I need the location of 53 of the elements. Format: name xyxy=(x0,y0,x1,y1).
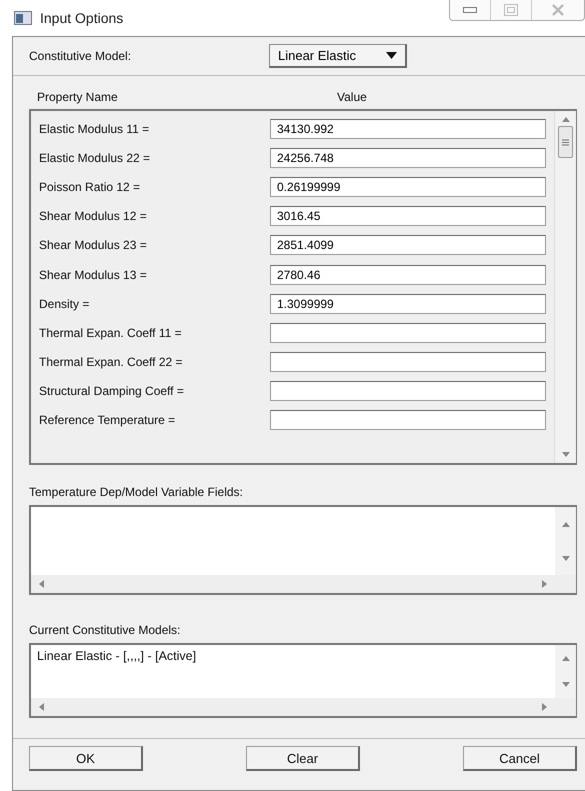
column-header: Property Name xyxy=(37,90,119,104)
property-name: Shear Modulus 23 = xyxy=(39,238,148,252)
property-name: Density = xyxy=(39,296,90,311)
section-label: Temperature Dep/Model Variable Fields: xyxy=(29,484,244,501)
property-name: Elastic Modulus 11 = xyxy=(39,122,150,136)
scroll-up-icon[interactable] xyxy=(562,656,570,661)
scroll-up-icon[interactable] xyxy=(562,117,570,122)
maximize-icon xyxy=(504,4,518,16)
property-name: Poisson Ratio 12 = xyxy=(39,180,142,194)
value-field[interactable]: 1.3099999 xyxy=(270,294,546,314)
property-name: Thermal Expan. Coeff 22 = xyxy=(39,355,184,370)
minimize-icon xyxy=(463,7,477,13)
value-field[interactable] xyxy=(270,410,546,430)
window-title: Input Options xyxy=(40,10,124,26)
value-field[interactable]: 3016.45 xyxy=(270,206,546,226)
scrollbar-corner xyxy=(555,575,576,593)
dropdown-arrow-icon xyxy=(386,52,397,59)
scroll-left-icon[interactable] xyxy=(39,703,44,711)
value-field[interactable]: 0.26199999 xyxy=(270,176,546,197)
value-field[interactable] xyxy=(270,381,546,402)
dialog-button[interactable]: Cancel xyxy=(463,746,577,771)
dialog-button[interactable]: OK xyxy=(29,746,143,771)
property-name: Elastic Modulus 22 = xyxy=(39,150,152,165)
property-name: Shear Modulus 12 = xyxy=(39,209,148,224)
scroll-thumb[interactable] xyxy=(558,126,573,158)
scroll-down-icon[interactable] xyxy=(562,682,570,688)
property-name: Thermal Expan. Coeff 11 = xyxy=(39,326,183,340)
section-label: Current Constitutive Models: xyxy=(29,622,182,639)
models-list[interactable]: Linear Elastic - [,,,,] - [Active] xyxy=(29,643,577,718)
property-name: Shear Modulus 13 = xyxy=(39,268,148,282)
value-field[interactable] xyxy=(270,352,546,372)
scroll-left-icon[interactable] xyxy=(39,580,44,588)
value-field[interactable]: 2780.46 xyxy=(270,264,546,285)
value-field[interactable]: 2851.4099 xyxy=(270,235,546,256)
scroll-down-icon[interactable] xyxy=(562,556,570,560)
scroll-down-icon[interactable] xyxy=(562,452,570,457)
dialog-button[interactable]: Clear xyxy=(246,746,360,771)
scroll-right-icon[interactable] xyxy=(542,703,547,711)
scroll-right-icon[interactable] xyxy=(542,580,547,588)
close-icon xyxy=(551,4,565,16)
field-label: Constitutive Model: xyxy=(29,49,132,63)
scrollbar-corner xyxy=(555,698,576,716)
variable-fields-list[interactable] xyxy=(29,505,577,595)
property-name: Reference Temperature = xyxy=(39,413,176,428)
scroll-up-icon[interactable] xyxy=(562,522,570,526)
window-icon xyxy=(14,11,32,25)
model-entry[interactable]: Linear Elastic - [,,,,] - [Active] xyxy=(37,649,549,663)
model-dropdown[interactable]: Linear Elastic xyxy=(269,44,407,68)
column-header: Value xyxy=(337,90,368,104)
value-field[interactable] xyxy=(270,322,546,343)
property-name: Structural Damping Coeff = xyxy=(39,384,185,398)
value-field[interactable]: 34130.992 xyxy=(270,118,546,139)
value-field[interactable]: 24256.748 xyxy=(270,148,546,168)
